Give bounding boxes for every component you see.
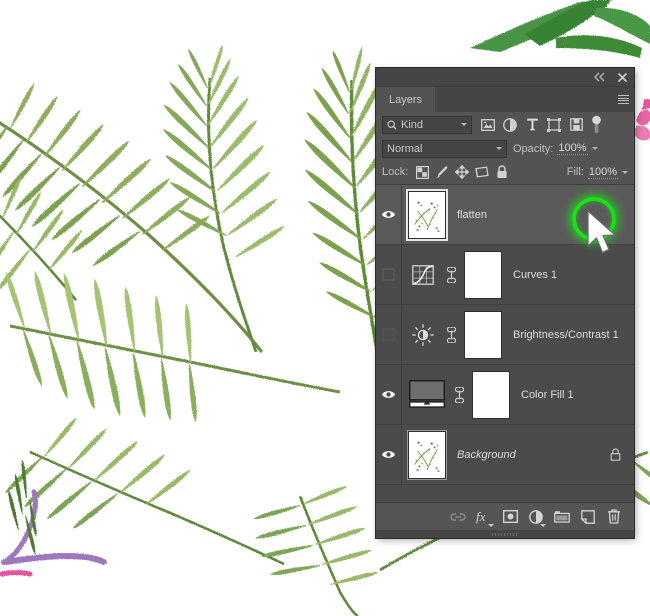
search-icon — [387, 119, 397, 130]
eye-icon — [381, 391, 396, 398]
layer-name[interactable]: Color Fill 1 — [521, 389, 634, 401]
layer-row-curves-1[interactable]: Curves 1 — [376, 245, 634, 305]
collapse-icon[interactable] — [593, 71, 606, 84]
layer-name[interactable]: flatten — [457, 209, 634, 221]
layer-mask-thumbnail[interactable] — [464, 310, 502, 359]
chevron-down-icon — [496, 147, 502, 150]
layer-name[interactable]: Background — [457, 449, 610, 461]
tab-layers[interactable]: Layers — [376, 87, 436, 112]
layer-locked-icon — [610, 448, 621, 461]
layer-mask-link-icon[interactable] — [453, 386, 465, 403]
layers-panel-footer: fx — [376, 502, 634, 530]
new-group-button[interactable] — [550, 506, 574, 528]
delete-layer-button[interactable] — [602, 506, 626, 528]
new-layer-button[interactable] — [576, 506, 600, 528]
layer-thumbnails — [402, 370, 510, 419]
layer-mask-thumbnail[interactable] — [472, 370, 510, 419]
layer-visibility-toggle[interactable] — [376, 425, 402, 484]
close-icon[interactable] — [616, 71, 629, 84]
lock-transparent-pixels-icon[interactable] — [412, 162, 432, 182]
curves-adjustment-icon[interactable] — [408, 260, 438, 290]
filter-type-buttons — [477, 115, 587, 135]
blend-mode-row: Normal Opacity: 100% — [376, 137, 634, 160]
svg-text:fx: fx — [476, 509, 486, 524]
layer-visibility-toggle[interactable] — [376, 185, 402, 244]
layers-panel[interactable]: Layers Kind Normal Opacity: 100% Lock: F… — [376, 68, 634, 538]
layer-list[interactable]: flatten Curves 1 Brightness/Contrast 1 C… — [376, 185, 634, 502]
panel-titlebar — [376, 68, 634, 87]
lock-label: Lock: — [382, 166, 409, 178]
opacity-control[interactable]: Opacity: 100% — [513, 142, 598, 155]
lock-all-icon[interactable] — [492, 162, 512, 182]
filter-kind-label: Kind — [401, 118, 424, 131]
layer-thumbnails — [402, 310, 502, 359]
gradient-fill-icon[interactable] — [408, 378, 446, 412]
filter-kind-select[interactable]: Kind — [382, 115, 472, 134]
layer-row-background[interactable]: Background — [376, 425, 634, 485]
layer-visibility-toggle[interactable] — [376, 245, 402, 304]
new-adjustment-layer-button[interactable] — [524, 506, 548, 528]
layer-row-brightness-contrast-1[interactable]: Brightness/Contrast 1 — [376, 305, 634, 365]
lock-image-pixels-icon[interactable] — [432, 162, 452, 182]
filter-type-layers-icon[interactable] — [521, 115, 543, 135]
layer-style-fx-button[interactable]: fx — [472, 506, 496, 528]
panel-menu-icon[interactable] — [612, 87, 634, 112]
eye-icon — [381, 211, 396, 218]
opacity-label: Opacity: — [513, 142, 554, 155]
layer-mask-link-icon[interactable] — [445, 266, 457, 283]
opacity-value[interactable]: 100% — [557, 142, 588, 155]
lock-artboard-nesting-icon[interactable] — [472, 162, 492, 182]
layer-thumbnails — [402, 430, 446, 479]
chevron-down-icon[interactable] — [591, 147, 598, 150]
blend-mode-value: Normal — [387, 142, 423, 155]
blend-mode-select[interactable]: Normal — [382, 139, 507, 158]
panel-tab-row: Layers — [376, 87, 634, 112]
filter-shape-layers-icon[interactable] — [543, 115, 565, 135]
filter-adjustment-layers-icon[interactable] — [499, 115, 521, 135]
fill-value[interactable]: 100% — [587, 166, 618, 179]
layer-visibility-toggle[interactable] — [376, 365, 402, 424]
panel-resize-grip[interactable] — [376, 530, 634, 538]
layer-thumbnails — [402, 250, 502, 299]
filter-smart-objects-icon[interactable] — [565, 115, 587, 135]
chevron-down-icon — [461, 123, 467, 126]
layer-visibility-toggle[interactable] — [376, 305, 402, 364]
brightness-contrast-icon[interactable] — [408, 320, 438, 350]
layer-name[interactable]: Brightness/Contrast 1 — [513, 329, 634, 341]
layer-name[interactable]: Curves 1 — [513, 269, 634, 281]
fill-control[interactable]: Fill: 100% — [567, 166, 628, 179]
tab-filler — [435, 87, 612, 112]
layer-thumbnail[interactable] — [408, 430, 446, 479]
eye-hidden-icon — [382, 268, 395, 281]
link-layers-button[interactable] — [446, 506, 470, 528]
fill-label: Fill: — [566, 166, 584, 178]
layer-filter-row: Kind — [376, 112, 634, 137]
layer-mask-thumbnail[interactable] — [464, 250, 502, 299]
eye-hidden-icon — [382, 328, 395, 341]
layer-row-color-fill-1[interactable]: Color Fill 1 — [376, 365, 634, 425]
eye-icon — [381, 451, 396, 458]
add-layer-mask-button[interactable] — [498, 506, 522, 528]
lock-row: Lock: Fill: 100% — [376, 160, 634, 185]
chevron-down-icon[interactable] — [622, 170, 628, 174]
layer-thumbnail[interactable] — [408, 190, 446, 239]
layer-mask-link-icon[interactable] — [445, 326, 457, 343]
filter-toggle-switch[interactable] — [589, 115, 603, 135]
layer-thumbnails — [402, 190, 446, 239]
layer-row-flatten[interactable]: flatten — [376, 185, 634, 245]
filter-pixel-layers-icon[interactable] — [477, 115, 499, 135]
lock-position-icon[interactable] — [452, 162, 472, 182]
